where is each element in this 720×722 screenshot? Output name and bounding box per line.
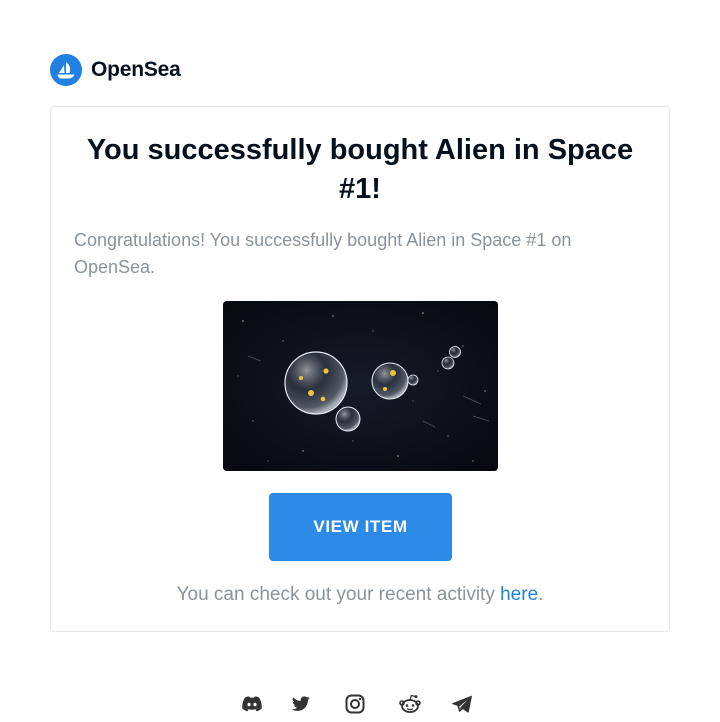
telegram-icon[interactable] bbox=[450, 692, 474, 716]
reddit-icon[interactable] bbox=[398, 692, 422, 716]
twitter-icon[interactable] bbox=[289, 692, 313, 716]
opensea-logo-icon bbox=[50, 54, 82, 86]
congrats-message: Congratulations! You successfully bought… bbox=[74, 230, 572, 277]
activity-text: You can check out your recent activity bbox=[176, 584, 501, 605]
instagram-icon[interactable] bbox=[343, 692, 367, 716]
social-links bbox=[0, 692, 720, 716]
brand-name: OpenSea bbox=[91, 58, 181, 81]
activity-line: You can check out your recent activity h… bbox=[51, 584, 669, 606]
brand-header[interactable]: OpenSea bbox=[50, 54, 181, 86]
purchase-title: You successfully bought Alien in Space #… bbox=[86, 134, 634, 205]
purchase-card: You successfully bought Alien in Space #… bbox=[50, 106, 670, 632]
activity-here-link[interactable]: here bbox=[500, 584, 538, 605]
activity-suffix: . bbox=[538, 584, 544, 605]
view-item-button[interactable]: VIEW ITEM bbox=[269, 493, 452, 561]
discord-icon[interactable] bbox=[240, 692, 264, 716]
nft-image[interactable] bbox=[223, 301, 498, 471]
